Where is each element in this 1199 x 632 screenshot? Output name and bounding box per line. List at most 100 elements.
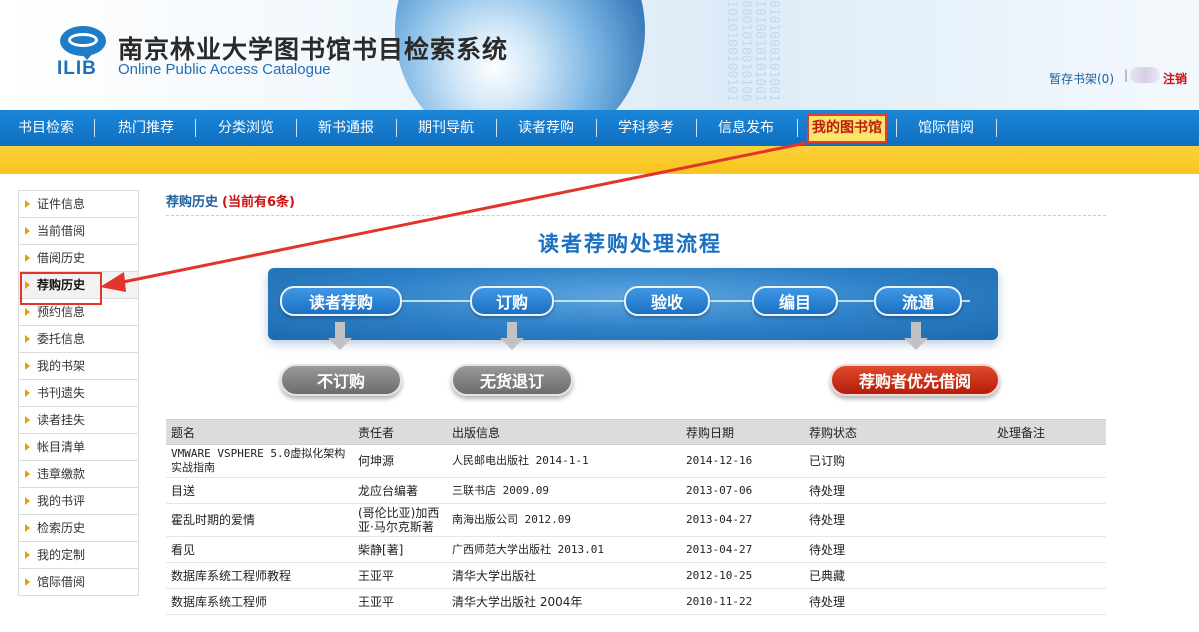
cell-publisher: 广西师范大学出版社 2013.01 xyxy=(447,536,681,563)
flow-outcome-priority-borrow: 荐购者优先借阅 xyxy=(830,364,1000,396)
cell-title[interactable]: 看见 xyxy=(166,536,353,563)
binary-decoration: 0101000101001 1010010101001 000101001010… xyxy=(724,0,780,102)
col-header-note: 处理备注 xyxy=(992,419,1106,445)
sidebar-item-search-history[interactable]: 检索历史 xyxy=(19,515,138,542)
table-row: 数据库系统工程师 王亚平 清华大学出版社 2004年 2010-11-22 待处… xyxy=(166,588,1106,615)
table-row: 数据库系统工程师教程 王亚平 清华大学出版社 2012-10-25 已典藏 xyxy=(166,562,1106,589)
cell-note xyxy=(992,477,1106,504)
cell-note xyxy=(992,562,1106,589)
cell-title[interactable]: 数据库系统工程师教程 xyxy=(166,562,353,589)
annotation-highlight-box xyxy=(20,272,102,305)
nav-separator xyxy=(195,119,196,137)
sidebar-item-fines[interactable]: 违章缴款 xyxy=(19,461,138,488)
nav-item-catalog-search[interactable]: 书目检索 xyxy=(18,110,74,146)
site-header: 0101000101001 1010010101001 000101001010… xyxy=(0,0,1199,110)
header-separator: | xyxy=(1124,68,1129,82)
nav-item-reader-recommend[interactable]: 读者荐购 xyxy=(518,110,574,146)
cell-author: 龙应台编著 xyxy=(353,477,447,504)
cell-date: 2013-07-06 xyxy=(681,477,804,504)
cell-publisher: 清华大学出版社 2004年 xyxy=(447,588,681,615)
cell-publisher: 清华大学出版社 xyxy=(447,562,681,589)
cell-note xyxy=(992,444,1106,478)
sidebar-item-card-info[interactable]: 证件信息 xyxy=(19,191,138,218)
nav-separator xyxy=(696,119,697,137)
table-row: VMWARE VSPHERE 5.0虚拟化架构实战指南 何坤源 人民邮电出版社 … xyxy=(166,444,1106,478)
username-blurred xyxy=(1130,67,1160,83)
table-header-row: 题名 责任者 出版信息 荐购日期 荐购状态 处理备注 xyxy=(166,419,1106,445)
cell-publisher: 南海出版公司 2012.09 xyxy=(447,503,681,537)
logout-link[interactable]: 注销 xyxy=(1163,70,1187,87)
table-row: 霍乱时期的爱情 (哥伦比亚)加西亚·马尔克斯著 南海出版公司 2012.09 2… xyxy=(166,503,1106,537)
nav-separator xyxy=(496,119,497,137)
nav-item-journal-nav[interactable]: 期刊导航 xyxy=(418,110,474,146)
cell-author: (哥伦比亚)加西亚·马尔克斯著 xyxy=(353,503,447,537)
nav-item-category-browse[interactable]: 分类浏览 xyxy=(218,110,274,146)
record-count: (当前有6条) xyxy=(222,195,295,210)
cell-status: 待处理 xyxy=(804,503,992,537)
cell-date: 2013-04-27 xyxy=(681,536,804,563)
sidebar-item-my-shelf[interactable]: 我的书架 xyxy=(19,353,138,380)
cell-status: 已订购 xyxy=(804,444,992,478)
cell-date: 2014-12-16 xyxy=(681,444,804,478)
cell-title[interactable]: VMWARE VSPHERE 5.0虚拟化架构实战指南 xyxy=(166,444,353,478)
cell-status: 已典藏 xyxy=(804,562,992,589)
down-arrow-icon xyxy=(500,322,524,350)
nav-item-subject-reference[interactable]: 学科参考 xyxy=(618,110,674,146)
flow-step-acceptance: 验收 xyxy=(624,286,710,316)
saved-shelf-link[interactable]: 暂存书架(0) xyxy=(1049,70,1114,87)
sidebar-item-report-loss[interactable]: 读者挂失 xyxy=(19,407,138,434)
nav-separator xyxy=(896,119,897,137)
col-header-date: 荐购日期 xyxy=(681,419,804,445)
cell-note xyxy=(992,536,1106,563)
sidebar-item-my-subscriptions[interactable]: 我的定制 xyxy=(19,542,138,569)
recommend-history-table: 题名 责任者 出版信息 荐购日期 荐购状态 处理备注 VMWARE VSPHER… xyxy=(166,419,1106,615)
nav-item-hot-recommend[interactable]: 热门推荐 xyxy=(118,110,174,146)
nav-separator xyxy=(996,119,997,137)
col-header-title: 题名 xyxy=(166,419,353,445)
sidebar-item-entrusted[interactable]: 委托信息 xyxy=(19,326,138,353)
nav-separator xyxy=(396,119,397,137)
cell-author: 王亚平 xyxy=(353,588,447,615)
sidebar-item-account-list[interactable]: 帐目清单 xyxy=(19,434,138,461)
nav-item-interlibrary-loan[interactable]: 馆际借阅 xyxy=(918,110,974,146)
cell-date: 2012-10-25 xyxy=(681,562,804,589)
col-header-author: 责任者 xyxy=(353,419,447,445)
down-arrow-icon xyxy=(904,322,928,350)
cell-title[interactable]: 数据库系统工程师 xyxy=(166,588,353,615)
nav-separator xyxy=(296,119,297,137)
sidebar-item-lost-books[interactable]: 书刊遗失 xyxy=(19,380,138,407)
cell-date: 2010-11-22 xyxy=(681,588,804,615)
cell-status: 待处理 xyxy=(804,536,992,563)
main-nav: 书目检索 热门推荐 分类浏览 新书通报 期刊导航 读者荐购 学科参考 信息发布 … xyxy=(0,110,1199,146)
flow-outcome-out-of-stock: 无货退订 xyxy=(451,364,573,396)
cell-note xyxy=(992,588,1106,615)
col-header-publisher: 出版信息 xyxy=(447,419,681,445)
ilib-logo-text: ILIB xyxy=(57,58,97,79)
page-title: 荐购历史 (当前有6条) xyxy=(166,191,295,210)
flow-diagram-title: 读者荐购处理流程 xyxy=(538,232,722,256)
table-row: 目送 龙应台编著 三联书店 2009.09 2013-07-06 待处理 xyxy=(166,477,1106,504)
cell-author: 何坤源 xyxy=(353,444,447,478)
page-title-text: 荐购历史 xyxy=(166,195,219,210)
nav-item-new-books[interactable]: 新书通报 xyxy=(318,110,374,146)
cell-status: 待处理 xyxy=(804,477,992,504)
nav-item-info-publish[interactable]: 信息发布 xyxy=(718,110,774,146)
cell-title[interactable]: 霍乱时期的爱情 xyxy=(166,503,353,537)
yellow-subnav-band xyxy=(0,146,1199,174)
flow-step-reader-recommend: 读者荐购 xyxy=(280,286,402,316)
nav-item-my-library[interactable]: 我的图书馆 xyxy=(807,114,887,143)
nav-separator xyxy=(797,119,798,137)
sidebar-item-my-reviews[interactable]: 我的书评 xyxy=(19,488,138,515)
down-arrow-icon xyxy=(328,322,352,350)
cell-author: 王亚平 xyxy=(353,562,447,589)
table-row: 看见 柴静[著] 广西师范大学出版社 2013.01 2013-04-27 待处… xyxy=(166,536,1106,563)
cell-publisher: 三联书店 2009.09 xyxy=(447,477,681,504)
flow-step-order: 订购 xyxy=(470,286,554,316)
cell-publisher: 人民邮电出版社 2014-1-1 xyxy=(447,444,681,478)
col-header-status: 荐购状态 xyxy=(804,419,992,445)
cell-author: 柴静[著] xyxy=(353,536,447,563)
cell-title[interactable]: 目送 xyxy=(166,477,353,504)
flow-outcome-not-ordered: 不订购 xyxy=(280,364,402,396)
flow-step-circulation: 流通 xyxy=(874,286,962,316)
sidebar-item-interlibrary[interactable]: 馆际借阅 xyxy=(19,569,138,596)
